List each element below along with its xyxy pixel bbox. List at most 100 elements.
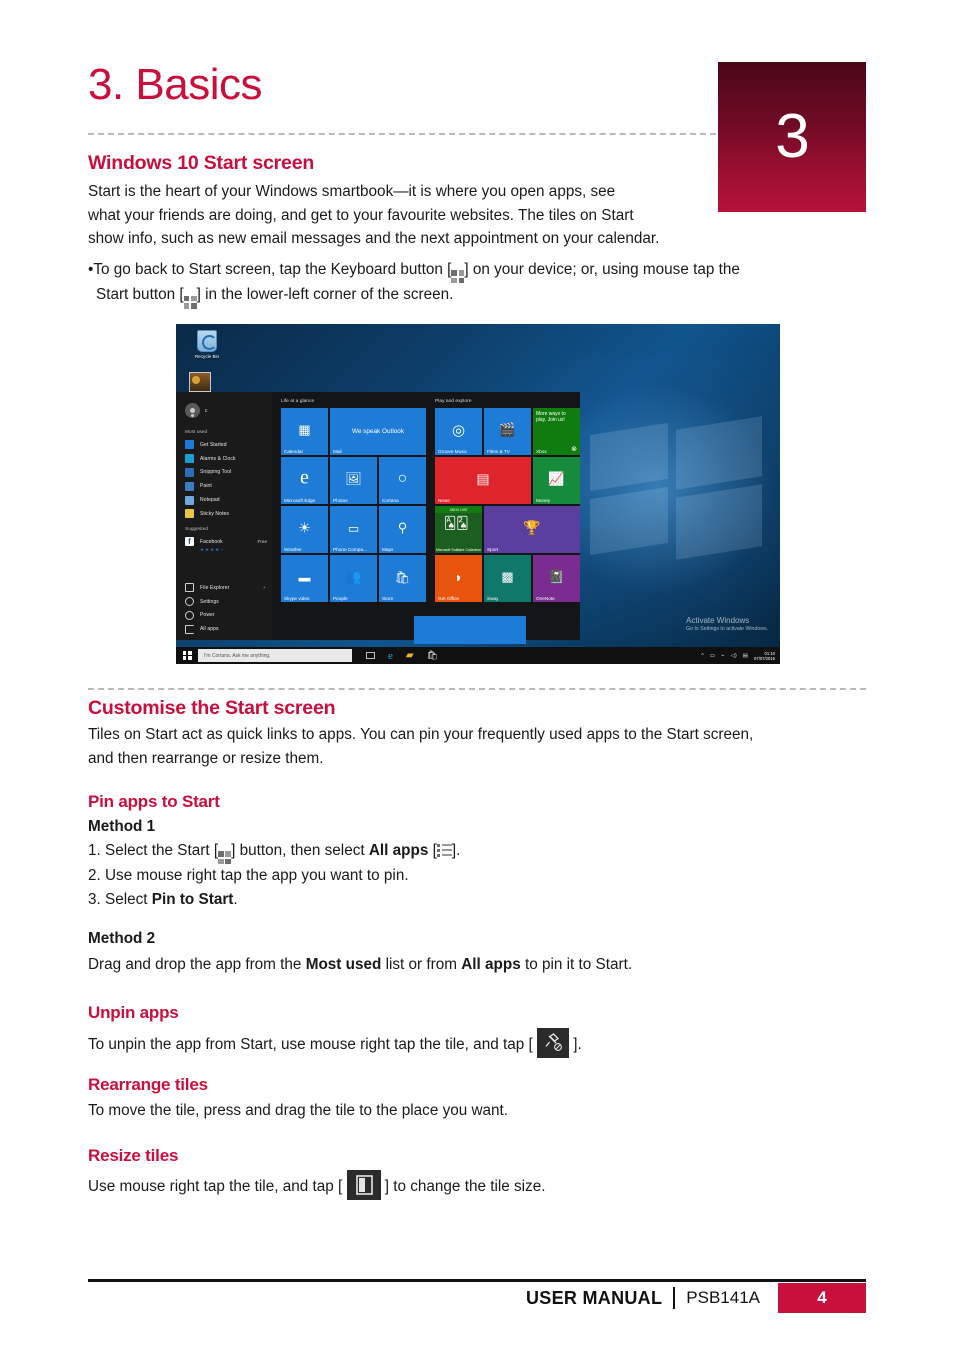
start-menu-item-paint[interactable]: Paint [176,479,272,493]
windows-logo-icon [183,295,197,309]
onenote-icon: 📓 [548,568,565,584]
start-button[interactable] [176,647,198,664]
xbox-live-badge-label: XBOX LIVE [449,507,468,512]
pin-step-3: 3. Select Pin to Start. [88,888,788,912]
money-icon: 📈 [548,470,565,486]
tile-maps[interactable]: ⚲ Maps [379,506,426,553]
start-menu-item-get-started[interactable]: Get Started [176,438,272,452]
tile-money[interactable]: 📈 Money [533,457,580,504]
start-menu-item-alarms-clock[interactable]: Alarms & Clock [176,452,272,466]
tile-weather[interactable]: ☀ Weather [281,506,328,553]
start-menu-item-label: Sticky Notes [200,510,229,517]
start-menu-item-file-explorer[interactable]: File Explorer › [176,581,272,595]
pin-apps-steps: 1. Select the Start [] button, then sele… [88,839,788,911]
tile-onenote[interactable]: 📓 OneNote [533,555,580,602]
cortana-search-box[interactable]: I'm Cortana. Ask me anything. [198,649,352,662]
store-icon: 🛍 [394,569,411,584]
start-menu-item-snipping-tool[interactable]: Snipping Tool [176,466,272,480]
tile-label: Get Office [438,595,460,601]
tile-store[interactable]: 🛍 Store [379,555,426,602]
tile-films-tv[interactable]: 🎬 Films & TV [484,408,531,455]
start-menu-item-settings[interactable]: Settings [176,595,272,609]
clock[interactable]: 01:10 07/07/2016 [754,651,775,661]
start-menu-item-all-apps[interactable]: All apps [176,622,272,636]
tile-photos[interactable]: 🖼 Photos [330,457,377,504]
tile-label: Microsoft Solitaire Collection [435,547,482,552]
page-footer: USER MANUAL PSB141A 4 [88,1283,866,1313]
tile-phone-companion[interactable]: ▭ Phone Compa... [330,506,377,553]
recycle-bin-desktop-icon[interactable]: Recycle Bin [186,330,228,359]
tile-group-title: Play and explore [435,399,472,404]
network-icon[interactable]: ⌁ [721,653,724,659]
tile-microsoft-solitaire-collection[interactable]: XBOX LIVE 🂡🂢 Microsoft Solitaire Collect… [435,506,482,553]
tile-calendar[interactable]: ▦ Calendar [281,408,328,455]
chevron-right-icon: › [263,584,265,591]
step-1-text-d: ]. [451,842,461,859]
pin-step-2: 2. Use mouse right tap the app you want … [88,867,409,885]
taskbar-icons: e ▰ 🛍 [366,650,438,662]
unpin-from-start-icon[interactable] [536,1028,569,1058]
start-screen-para-line-3: show info, such as new email messages an… [88,230,660,247]
edge-icon[interactable]: e [388,650,393,662]
method-2-bold-most-used: Most used [305,956,382,973]
show-hidden-icons-icon[interactable]: ^ [701,653,704,659]
weather-icon: ☀ [298,518,311,535]
step-1-text-c: [ [428,842,437,859]
maps-icon: ⚲ [397,519,408,535]
footer-divider [88,1279,866,1282]
action-center-icon[interactable]: ▤ [743,653,748,659]
start-menu-item-sticky-notes[interactable]: Sticky Notes [176,507,272,521]
start-menu-item-facebook[interactable]: f Facebook Free [176,535,272,549]
user-account-row[interactable]: c [176,398,272,427]
xbox-icon: ⊗ [571,446,577,453]
desktop-thumbnail-icon[interactable] [189,372,211,392]
tile-mail[interactable]: We speak Outlook Mail [330,408,426,455]
file-explorer-icon[interactable]: ▰ [406,650,414,661]
divider-middle [88,688,866,690]
tile-people[interactable]: 👥 People [330,555,377,602]
resize-tile-icon[interactable] [346,1170,381,1200]
power-icon [185,610,194,620]
tile-label: Groove Music [438,448,467,454]
start-menu-bottom-items: File Explorer › Settings Power All apps [176,581,272,636]
clock-date: 07/07/2016 [754,655,775,661]
unpin-text-a: To unpin the app from Start, use mouse r… [88,1036,533,1053]
step-3-text-a: 3. Select [88,890,152,908]
tile-skype-video[interactable]: ▬ Skype video [281,555,328,602]
tile-news[interactable]: ▤ News [435,457,531,504]
tile-label: OneNote [536,595,555,601]
tile-cortana[interactable]: ○ Cortana [379,457,426,504]
gear-icon [185,597,194,607]
films-tv-icon: 🎬 [499,421,516,437]
store-icon[interactable]: 🛍 [427,650,438,661]
chapter-number: 3 [775,102,809,171]
volume-icon[interactable]: ◁) [731,653,737,659]
tile-label: People [333,595,348,601]
unpin-text-b: ]. [573,1036,582,1053]
task-view-icon[interactable] [366,652,375,659]
start-menu-item-power[interactable]: Power [176,608,272,622]
tile-sway[interactable]: ▩ Sway [484,555,531,602]
start-menu-item-label: Paint [200,483,212,490]
tile-sport[interactable]: 🏆 Sport [484,506,580,553]
tile-groove-music[interactable]: ◎ Groove Music [435,408,482,455]
tile-label: Mail [333,448,342,454]
divider-top [88,133,716,135]
suggested-rating: ★★★★☆ [200,547,226,553]
tile-xbox[interactable]: More ways to play. Join us! Xbox ⊗ [533,408,580,455]
dragging-tile-placeholder[interactable] [414,616,526,644]
windows-10-start-screen-figure: Recycle Bin c Most used Get Started Alar… [176,324,780,664]
footer-page-number: 4 [778,1283,866,1313]
tile-microsoft-edge[interactable]: e Microsoft Edge [281,457,328,504]
tile-group-play-and-explore: Play and explore ◎ Groove Music 🎬 Films … [435,399,580,602]
news-icon: ▤ [476,469,490,486]
step-1-text-a: 1. Select the Start [ [88,842,219,859]
start-menu-item-notepad[interactable]: Notepad [176,493,272,507]
heading-pin-apps-to-start: Pin apps to Start [88,792,220,811]
solitaire-icon: 🂡🂢 [444,516,469,530]
tile-get-office[interactable]: ◗ Get Office [435,555,482,602]
battery-icon[interactable]: ▭ [710,653,715,659]
tile-label: Cortana [382,497,399,503]
mail-tile-caption: We speak Outlook [351,427,405,435]
tile-group-title: Life at a glance [281,399,315,404]
